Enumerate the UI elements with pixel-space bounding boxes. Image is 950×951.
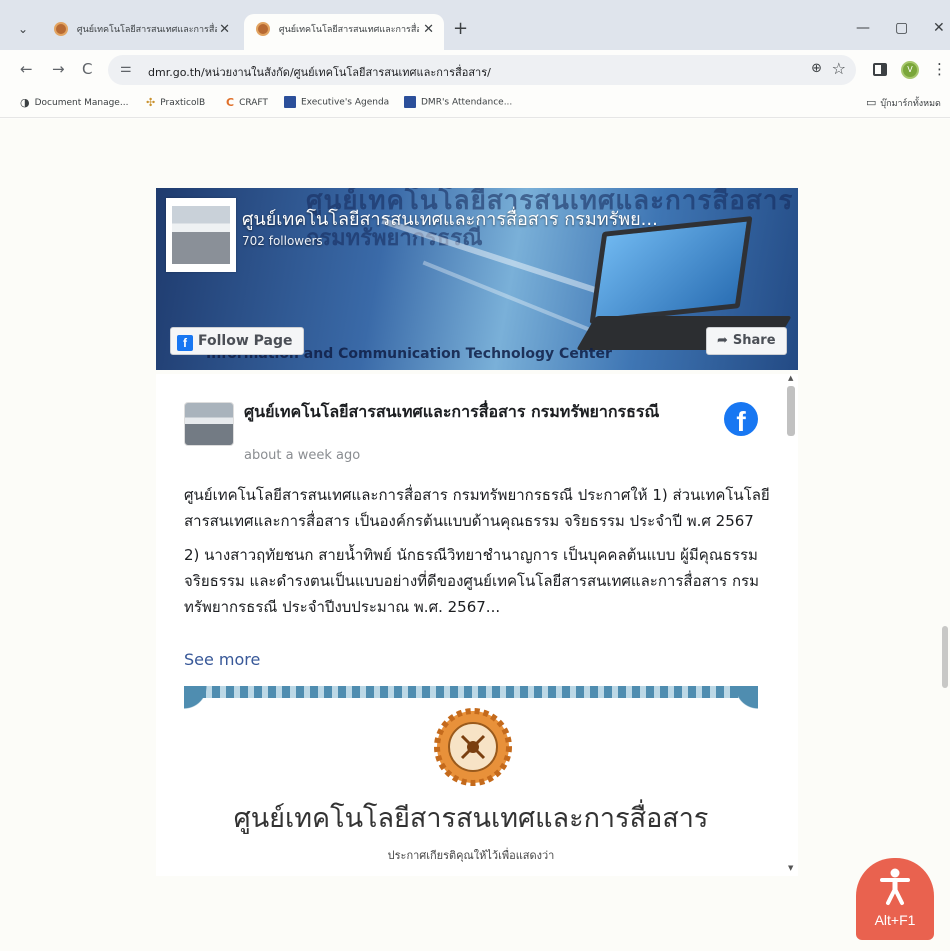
bookmarks-bar: ◑ Document Manage... ✣ PraxticolB C CRAFT E… <box>0 90 950 118</box>
page-avatar[interactable] <box>166 198 236 272</box>
back-icon[interactable]: ← <box>20 60 33 78</box>
menu-icon[interactable]: ⋮ <box>932 60 947 78</box>
maximize-icon[interactable]: ▢ <box>895 20 908 36</box>
share-button[interactable]: ➦ Share <box>706 327 787 355</box>
post-timestamp[interactable]: about a week ago <box>244 448 360 463</box>
facebook-logo-icon[interactable]: f <box>724 402 758 436</box>
accessibility-person-icon <box>880 868 910 905</box>
feed-scroll-thumb[interactable] <box>787 386 795 436</box>
bookmark-executive-agenda[interactable]: Executive's Agenda <box>284 96 389 108</box>
bookmark-label: Executive's Agenda <box>301 97 390 108</box>
post-author-name[interactable]: ศูนย์เทคโนโลยีสารสนเทศและการสื่อสาร กรมท… <box>244 400 664 424</box>
cover-photo[interactable]: ศูนย์เทคโนโลยีสารสนเทศและการสื่อสาร กรมท… <box>156 188 798 370</box>
folder-icon: ▭ <box>866 96 877 109</box>
all-bookmarks-folder[interactable]: ▭ บุ๊กมาร์กทั้งหมด <box>866 96 941 110</box>
bookmark-label: PraxticolB <box>160 98 206 108</box>
feed-scrollbar[interactable]: ▲ ▼ <box>786 374 796 876</box>
folder-label: บุ๊กมาร์กทั้งหมด <box>880 99 941 109</box>
tab-title: ศูนย์เทคโนโลยีสารสนเทศและการสื่อ <box>278 25 419 35</box>
reload-icon[interactable]: C <box>82 60 92 78</box>
bookmark-craft[interactable]: C CRAFT <box>226 96 268 109</box>
bookmark-document-manage[interactable]: ◑ Document Manage... <box>20 96 128 109</box>
new-tab-icon[interactable]: + <box>453 18 468 39</box>
bookmark-label: CRAFT <box>239 98 268 108</box>
certificate-subtitle: ประกาศเกียรติคุณให้ไว้เพื่อแสดงว่า <box>387 849 555 862</box>
profile-avatar[interactable]: V <box>901 61 919 79</box>
bookmark-label: Document Manage... <box>34 98 129 108</box>
attendance-icon <box>404 96 416 108</box>
craft-icon: C <box>226 96 235 109</box>
bookmark-dmr-attendance[interactable]: DMR's Attendance... <box>404 96 512 108</box>
accessibility-button[interactable]: Alt+F1 <box>856 858 934 940</box>
bookmark-star-icon[interactable]: ☆ <box>832 59 846 78</box>
page-scrollbar[interactable] <box>942 626 948 688</box>
certificate-ornament <box>184 686 224 746</box>
page-feed[interactable]: ศูนย์เทคโนโลยีสารสนเทศและการสื่อสาร กรมท… <box>156 374 798 876</box>
department-seal-icon <box>434 708 512 786</box>
minimize-icon[interactable]: — <box>856 20 870 36</box>
close-window-icon[interactable]: ✕ <box>933 20 945 36</box>
post-author-avatar[interactable] <box>184 402 234 446</box>
bookmark-label: DMR's Attendance... <box>421 97 513 108</box>
facebook-page-plugin: ศูนย์เทคโนโลยีสารสนเทศและการสื่อสาร กรมท… <box>156 188 798 876</box>
cover-decoration <box>422 260 610 340</box>
followers-count: 702 followers <box>242 234 323 248</box>
post-text: ศูนย์เทคโนโลยีสารสนเทศและการสื่อสาร กรมท… <box>184 482 774 628</box>
tab-inactive[interactable]: ศูนย์เทคโนโลยีสารสนเทศและการสื่อ ✕ <box>42 14 240 50</box>
building-image <box>172 206 230 264</box>
site-favicon-icon <box>256 22 270 36</box>
see-more-link[interactable]: See more <box>184 650 260 669</box>
post-image[interactable]: ศูนย์เทคโนโลยีสารสนเทศและการสื่อสาร ประก… <box>184 686 758 876</box>
site-info-icon[interactable]: ⚌ <box>120 61 132 76</box>
tab-search-icon[interactable]: ⌄ <box>12 18 34 40</box>
post-paragraph: ศูนย์เทคโนโลยีสารสนเทศและการสื่อสาร กรมท… <box>184 486 770 530</box>
share-arrow-icon: ➦ <box>717 333 728 348</box>
accessibility-shortcut-label: Alt+F1 <box>874 912 916 928</box>
follow-label: Follow Page <box>198 333 293 349</box>
scroll-up-icon[interactable]: ▲ <box>788 374 793 382</box>
certificate-ornament <box>718 686 758 746</box>
scroll-down-icon[interactable]: ▼ <box>788 864 793 872</box>
facebook-icon: f <box>177 335 193 351</box>
close-tab-icon[interactable]: ✕ <box>423 22 434 37</box>
close-tab-icon[interactable]: ✕ <box>219 22 230 37</box>
bookmark-praxticolb[interactable]: ✣ PraxticolB <box>146 96 205 109</box>
certificate-title: ศูนย์เทคโนโลยีสารสนเทศและการสื่อสาร <box>233 803 709 834</box>
doc-icon: ◑ <box>20 96 30 109</box>
tab-active[interactable]: ศูนย์เทคโนโลยีสารสนเทศและการสื่อ ✕ <box>244 14 444 50</box>
site-favicon-icon <box>54 22 68 36</box>
forward-icon[interactable]: → <box>52 60 65 78</box>
follow-page-button[interactable]: f Follow Page <box>170 327 304 355</box>
post-paragraph: 2) นางสาวฤทัยชนก สายน้ำทิพย์ นักธรณีวิทย… <box>184 546 760 616</box>
certificate-border <box>184 686 758 698</box>
agenda-icon <box>284 96 296 108</box>
address-bar[interactable]: ⚌ dmr.go.th/หน่วยงานในสังกัด/ศูนย์เทคโนโ… <box>108 55 856 85</box>
tab-strip: ⌄ ศูนย์เทคโนโลยีสารสนเทศและการสื่อ ✕ ศูน… <box>0 0 950 50</box>
share-label: Share <box>732 333 776 348</box>
zoom-icon[interactable]: ⊕ <box>811 61 822 76</box>
tab-title: ศูนย์เทคโนโลยีสารสนเทศและการสื่อ <box>76 25 217 35</box>
url-text: dmr.go.th/หน่วยงานในสังกัด/ศูนย์เทคโนโลย… <box>148 66 491 79</box>
page-name[interactable]: ศูนย์เทคโนโลยีสารสนเทศและการสื่อสาร กรมท… <box>242 204 752 233</box>
praxticol-icon: ✣ <box>146 96 156 109</box>
side-panel-icon[interactable] <box>873 63 887 76</box>
toolbar: ← → C ⚌ dmr.go.th/หน่วยงานในสังกัด/ศูนย์… <box>0 50 950 90</box>
